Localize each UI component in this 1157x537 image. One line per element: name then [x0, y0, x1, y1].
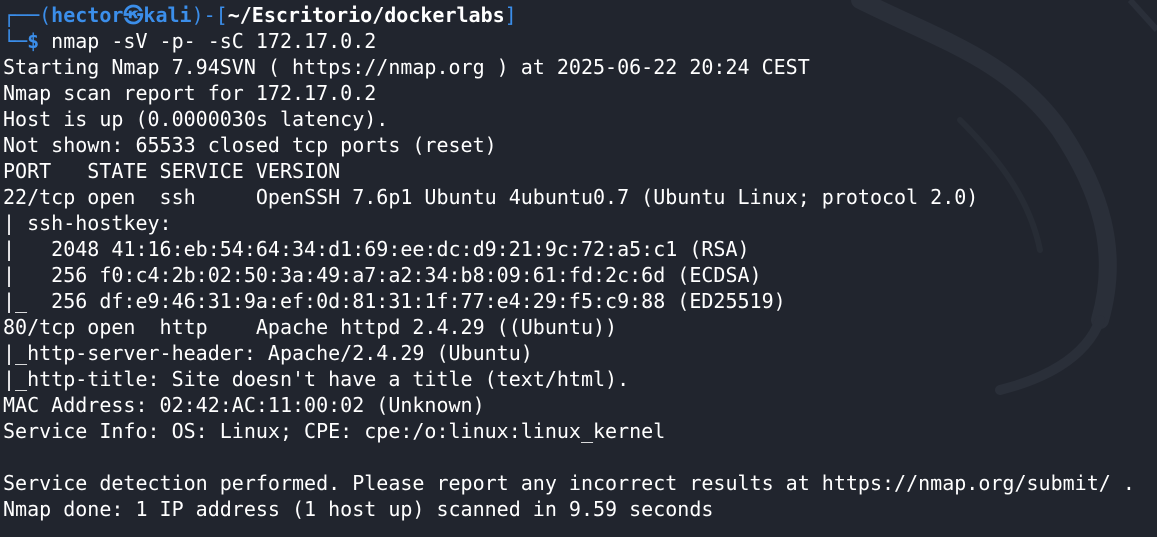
output-line: Service Info: OS: Linux; CPE: cpe:/o:lin…: [3, 419, 666, 443]
output-line: 80/tcp open http Apache httpd 2.4.29 ((U…: [3, 315, 618, 339]
output-line: | 256 f0:c4:2b:02:50:3a:49:a7:a2:34:b8:0…: [3, 263, 762, 287]
prompt-bracket-open: )-[: [191, 3, 228, 27]
terminal-output: ┌──(hector㉿kali)-[~/Escritorio/dockerlab…: [3, 2, 1157, 537]
kali-skull-icon: ㉿: [123, 3, 144, 27]
prompt-box-top: ┌──(: [3, 3, 52, 27]
output-line: |_http-title: Site doesn't have a title …: [3, 367, 630, 391]
output-line: Not shown: 65533 closed tcp ports (reset…: [3, 133, 497, 157]
prompt-line-1: ┌──(hector㉿kali)-[~/Escritorio/dockerlab…: [3, 2, 1157, 28]
output-line: PORT STATE SERVICE VERSION: [3, 159, 341, 183]
prompt-cwd: ~/Escritorio/dockerlabs: [227, 3, 505, 27]
prompt-line-2: └─$ nmap -sV -p- -sC 172.17.0.2: [3, 28, 1157, 54]
output-line: | 2048 41:16:eb:54:64:34:d1:69:ee:dc:d9:…: [3, 237, 750, 261]
output-line: Host is up (0.0000030s latency).: [3, 107, 389, 131]
prompt-bracket-close: ]: [504, 3, 517, 27]
output-line: Nmap done: 1 IP address (1 host up) scan…: [3, 497, 714, 521]
output-line: Service detection performed. Please repo…: [3, 471, 1135, 495]
output-line: 22/tcp open ssh OpenSSH 7.6p1 Ubuntu 4ub…: [3, 185, 979, 209]
output-line: MAC Address: 02:42:AC:11:00:02 (Unknown): [3, 393, 485, 417]
output-line: Starting Nmap 7.94SVN ( https://nmap.org…: [3, 55, 810, 79]
prompt-user: hector: [51, 3, 124, 27]
prompt-dollar: $: [27, 29, 40, 53]
output-line: |_http-server-header: Apache/2.4.29 (Ubu…: [3, 341, 533, 365]
prompt-host: kali: [143, 3, 192, 27]
output-line: | ssh-hostkey:: [3, 211, 172, 235]
output-line: Nmap scan report for 172.17.0.2: [3, 81, 377, 105]
prompt-box-bottom: └─: [3, 29, 28, 53]
command-text: nmap -sV -p- -sC 172.17.0.2: [39, 29, 377, 53]
output-line: |_ 256 df:e9:46:31:9a:ef:0d:81:31:1f:77:…: [3, 289, 786, 313]
